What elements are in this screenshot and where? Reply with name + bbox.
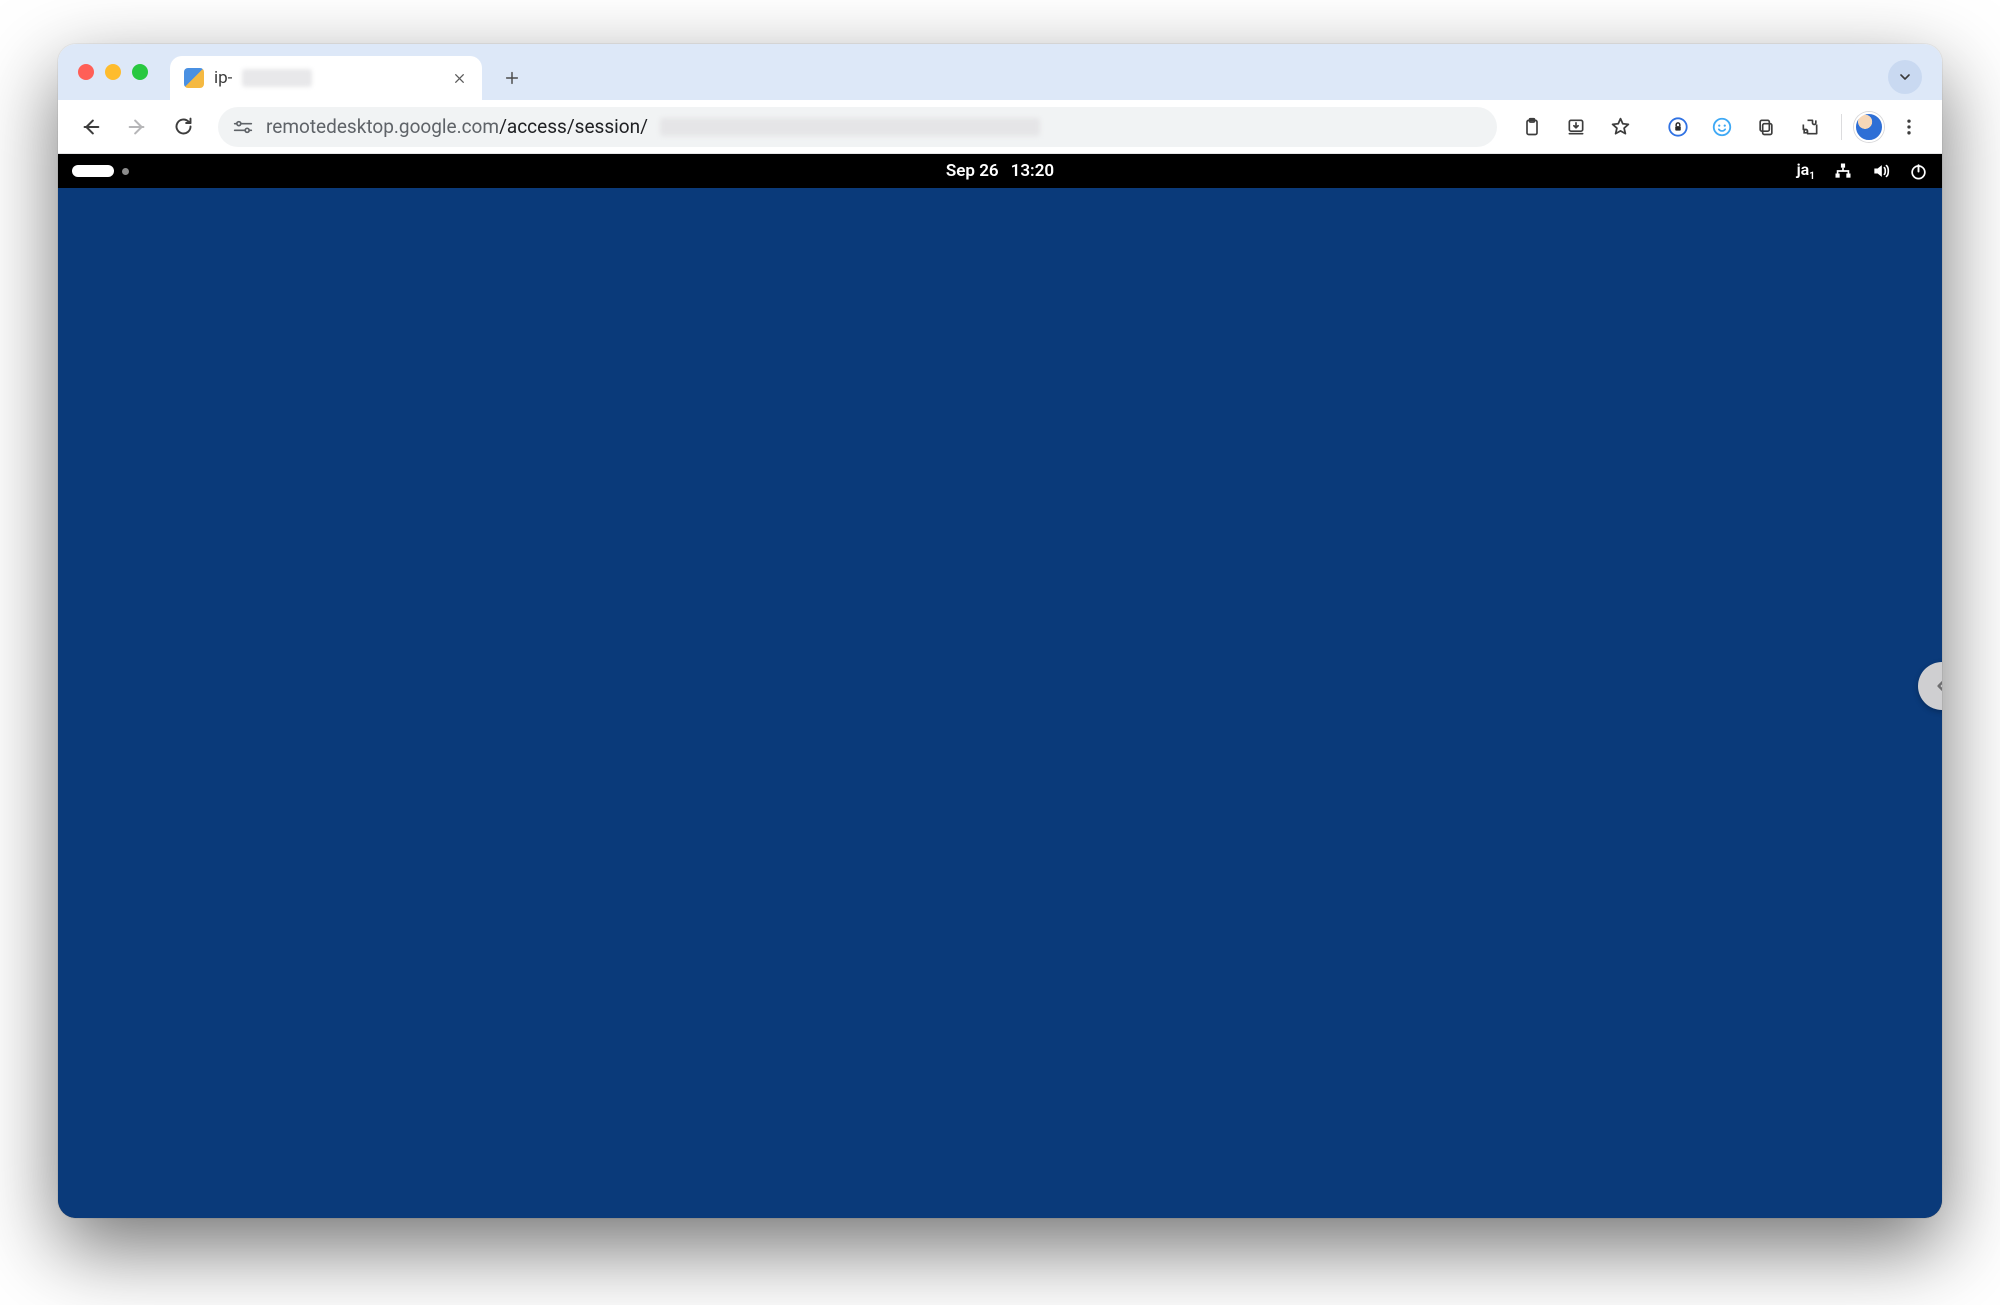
downloads-button[interactable] [1557, 108, 1595, 146]
extension-privacy-button[interactable] [1659, 108, 1697, 146]
extensions-button[interactable] [1791, 108, 1829, 146]
remote-date: Sep 26 [946, 161, 999, 181]
window-minimize-button[interactable] [105, 64, 121, 80]
remote-desktop-canvas[interactable] [58, 188, 1942, 1218]
window-zoom-button[interactable] [132, 64, 148, 80]
toolbar-divider [1841, 114, 1842, 140]
power-icon[interactable] [1909, 162, 1928, 181]
tune-icon [233, 119, 253, 135]
bookmark-button[interactable] [1601, 108, 1639, 146]
tab-close-button[interactable] [448, 67, 470, 89]
clipboard-icon [1522, 117, 1542, 137]
new-tab-button[interactable] [494, 60, 530, 96]
plus-icon [504, 70, 520, 86]
browser-window: ip- [58, 44, 1942, 1218]
kebab-icon [1899, 117, 1919, 137]
workspace-dot-icon [122, 168, 129, 175]
arrow-left-icon [80, 116, 102, 138]
tab-search-button[interactable] [1888, 60, 1922, 94]
window-controls [78, 44, 148, 100]
download-icon [1566, 117, 1586, 137]
url-text: remotedesktop.google.com/access/session/ [266, 115, 648, 138]
close-icon [453, 72, 466, 85]
browser-tab-active[interactable]: ip- [170, 56, 482, 100]
remote-activities-corner[interactable] [72, 165, 129, 177]
tab-title: ip- [214, 68, 232, 88]
clipboard-button[interactable] [1513, 108, 1551, 146]
star-icon [1610, 116, 1631, 137]
address-bar[interactable]: remotedesktop.google.com/access/session/ [218, 107, 1497, 147]
reload-icon [173, 116, 194, 137]
profile-avatar-button[interactable] [1854, 112, 1884, 142]
network-icon[interactable] [1833, 161, 1853, 181]
nav-forward-button[interactable] [118, 108, 156, 146]
extension-face-button[interactable] [1703, 108, 1741, 146]
tab-strip: ip- [58, 44, 1942, 100]
remote-clock[interactable]: Sep 26 13:20 [946, 161, 1054, 181]
face-icon [1711, 116, 1733, 138]
remote-top-bar: Sep 26 13:20 ja1 [58, 154, 1942, 188]
url-redacted-segment [660, 118, 1040, 136]
remote-time: 13:20 [1011, 161, 1054, 181]
volume-icon[interactable] [1871, 161, 1891, 181]
arrow-right-icon [126, 116, 148, 138]
window-close-button[interactable] [78, 64, 94, 80]
nav-reload-button[interactable] [164, 108, 202, 146]
puzzle-icon [1800, 117, 1820, 137]
copy-button[interactable] [1747, 108, 1785, 146]
remote-desktop-favicon-icon [184, 68, 204, 88]
tab-title-redacted [242, 69, 312, 87]
browser-toolbar: remotedesktop.google.com/access/session/ [58, 100, 1942, 154]
remote-status-area[interactable]: ja1 [1797, 160, 1928, 182]
toolbar-right [1513, 108, 1928, 146]
remote-desktop-viewport[interactable]: Sep 26 13:20 ja1 [58, 154, 1942, 1218]
browser-menu-button[interactable] [1890, 108, 1928, 146]
ime-indicator[interactable]: ja1 [1797, 160, 1815, 182]
copy-icon [1756, 117, 1776, 137]
nav-back-button[interactable] [72, 108, 110, 146]
chevron-left-icon [1932, 676, 1942, 696]
privacy-badge-icon [1667, 116, 1689, 138]
chevron-down-icon [1897, 69, 1913, 85]
site-info-button[interactable] [232, 118, 254, 136]
activities-pill-icon [72, 165, 114, 177]
